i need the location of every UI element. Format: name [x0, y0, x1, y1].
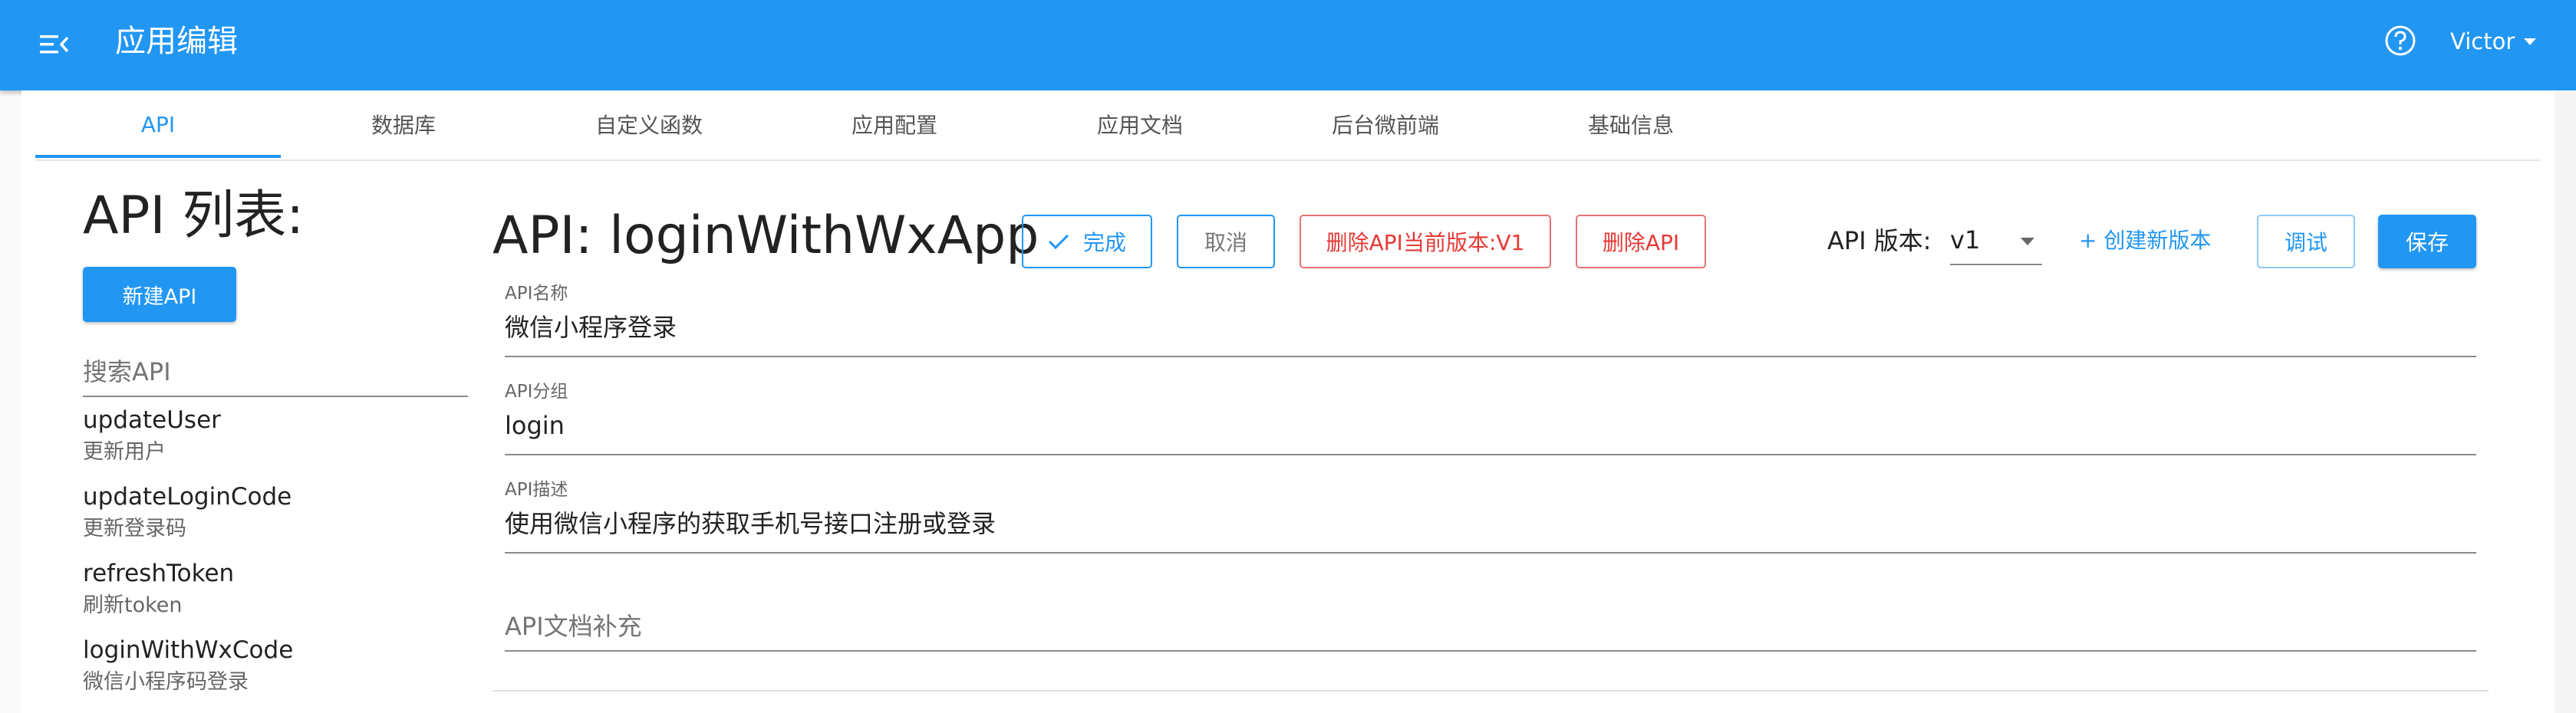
api-group-field[interactable]: API分组 login	[505, 380, 2476, 455]
field-label: API分组	[505, 382, 568, 402]
tab-app-docs[interactable]: 应用文档	[1017, 90, 1263, 158]
api-description-field[interactable]: API描述 使用微信小程序的获取手机号接口注册或登录	[505, 478, 2476, 554]
api-list-item[interactable]: updateLoginCode 更新登录码	[83, 480, 468, 557]
save-button[interactable]: 保存	[2378, 215, 2476, 268]
help-circle-icon[interactable]	[2384, 25, 2416, 57]
scrollbar[interactable]	[2555, 90, 2576, 713]
check-icon	[1048, 234, 1069, 250]
field-value: 使用微信小程序的获取手机号接口注册或登录	[505, 509, 996, 538]
caret-down-icon	[2524, 38, 2537, 45]
main-card: API 数据库 自定义函数 应用配置 应用文档 后台微前端 基础信息 API 列…	[21, 90, 2555, 713]
version-value: v1	[1950, 225, 1981, 255]
tab-admin-microfrontend[interactable]: 后台微前端	[1263, 90, 1508, 158]
api-doc-placeholder: API文档补充	[505, 612, 642, 641]
done-button[interactable]: 完成	[1022, 215, 1152, 268]
delete-version-button[interactable]: 删除API当前版本:V1	[1300, 215, 1551, 268]
cancel-button[interactable]: 取消	[1177, 215, 1275, 268]
field-label: API描述	[505, 480, 568, 500]
api-doc-field[interactable]: API文档补充	[505, 603, 2476, 652]
api-list-item[interactable]: updateUser 更新用户	[83, 403, 468, 480]
tab-bar: API 数据库 自定义函数 应用配置 应用文档 后台微前端 基础信息	[35, 90, 2541, 161]
search-api-field	[83, 351, 468, 397]
done-button-label: 完成	[1082, 230, 1126, 255]
create-version-link[interactable]: + 创建新版本	[2079, 225, 2211, 256]
field-label: API名称	[505, 284, 568, 304]
user-menu[interactable]: Victor	[2450, 25, 2537, 58]
tab-custom-functions[interactable]: 自定义函数	[526, 90, 772, 158]
api-item-desc: 微信小程序码登录	[83, 670, 249, 694]
menu-fold-icon[interactable]	[38, 29, 71, 60]
api-item-name: updateUser	[83, 406, 221, 434]
user-name: Victor	[2450, 28, 2515, 54]
new-api-button[interactable]: 新建API	[83, 267, 236, 322]
api-heading: API: loginWithWxApp	[492, 205, 1039, 266]
tab-api[interactable]: API	[35, 90, 281, 158]
search-api-input[interactable]	[83, 351, 468, 393]
tab-app-config[interactable]: 应用配置	[772, 90, 1017, 158]
api-item-name: refreshToken	[83, 560, 235, 587]
field-value: 微信小程序登录	[505, 313, 677, 342]
api-list-title: API 列表:	[83, 186, 305, 246]
delete-api-button[interactable]: 删除API	[1576, 215, 1706, 268]
tab-indicator	[35, 155, 281, 158]
api-item-name: updateLoginCode	[83, 483, 292, 511]
api-item-desc: 更新登录码	[83, 517, 186, 540]
api-list-item[interactable]: loginWithWxCode 微信小程序码登录	[83, 633, 468, 710]
api-item-name: loginWithWxCode	[83, 636, 294, 664]
version-select[interactable]: v1	[1950, 219, 2042, 265]
page-title: 应用编辑	[115, 24, 238, 59]
tab-basic-info[interactable]: 基础信息	[1508, 90, 1754, 158]
api-item-desc: 刷新token	[83, 593, 183, 617]
divider	[492, 690, 2489, 692]
caret-down-icon	[2021, 238, 2034, 245]
version-label: API 版本:	[1827, 226, 1932, 255]
debug-button[interactable]: 调试	[2257, 215, 2355, 268]
field-value: login	[505, 411, 565, 440]
api-item-desc: 更新用户	[83, 440, 166, 464]
app-bar: 应用编辑 Victor	[0, 0, 2576, 90]
tab-database[interactable]: 数据库	[281, 90, 526, 158]
api-list: updateUser 更新用户 updateLoginCode 更新登录码 re…	[83, 403, 468, 710]
api-list-item[interactable]: refreshToken 刷新token	[83, 557, 468, 633]
api-name-field[interactable]: API名称 微信小程序登录	[505, 282, 2476, 357]
